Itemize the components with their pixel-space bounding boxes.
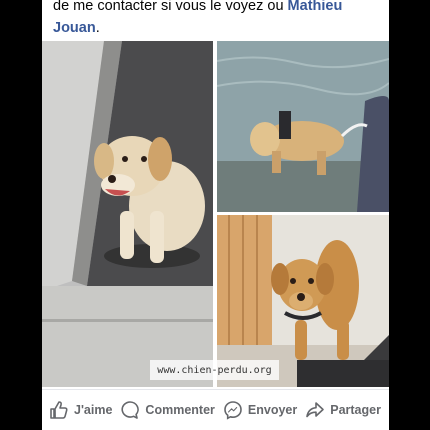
facebook-post-card: de me contacter si vous le voyez ou Math…: [42, 0, 389, 430]
share-button[interactable]: Partager: [305, 400, 381, 420]
messenger-icon: [224, 401, 242, 420]
mention-link-second[interactable]: Jouan: [53, 20, 96, 36]
photo-dog-sitting[interactable]: [42, 41, 213, 387]
send-label: Envoyer: [247, 403, 298, 417]
share-label: Partager: [330, 403, 381, 417]
thumbs-up-icon: [50, 401, 68, 419]
post-action-bar: J'aime Commenter Envoyer Partager: [42, 389, 389, 430]
post-text-body: de me contacter si vous le voyez ou: [53, 0, 288, 14]
like-label: J'aime: [74, 403, 113, 417]
mention-link-first[interactable]: Mathieu: [288, 0, 343, 14]
post-text: de me contacter si vous le voyez ou Math…: [53, 0, 383, 39]
watermark: www.chien-perdu.org: [150, 360, 279, 380]
comment-label: Commenter: [145, 403, 215, 417]
comment-button[interactable]: Commenter: [120, 400, 215, 420]
share-arrow-icon: [306, 402, 325, 418]
like-button[interactable]: J'aime: [49, 400, 112, 420]
send-button[interactable]: Envoyer: [223, 400, 297, 420]
post-text-end: .: [95, 20, 100, 36]
photo-dog-in-water[interactable]: [217, 41, 389, 212]
comment-bubble-icon: [121, 401, 140, 419]
